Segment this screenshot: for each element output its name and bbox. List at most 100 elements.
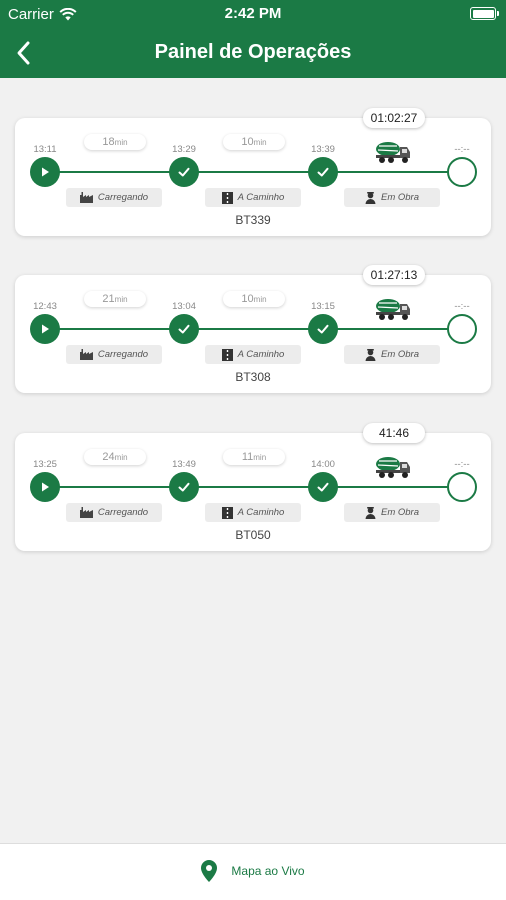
step-loaded-node	[169, 472, 199, 502]
duration-transit: 10min	[223, 134, 285, 150]
duration-unit: min	[253, 295, 267, 304]
truck-code: BT308	[235, 370, 271, 384]
check-icon	[178, 482, 190, 492]
play-icon	[42, 482, 49, 492]
stage-label: Carregando	[97, 192, 149, 203]
duration-unit: min	[253, 453, 267, 462]
order-card[interactable]: 01:02:27 13:11 13:29 13:39 --:-- 18min 1…	[15, 108, 491, 236]
stage-label: Carregando	[97, 507, 149, 518]
elapsed-time-badge: 01:27:13	[363, 265, 425, 285]
time-finished: --:--	[454, 144, 470, 155]
stage-label: Em Obra	[380, 507, 419, 518]
time-start: 13:11	[33, 144, 57, 155]
time-loaded: 13:49	[172, 459, 196, 470]
time-finished: --:--	[454, 301, 470, 312]
step-arrived-node	[308, 472, 338, 502]
step-arrived-node	[308, 314, 338, 344]
status-bar: Carrier 2:42 PM	[0, 0, 506, 28]
time-loaded: 13:04	[172, 301, 196, 312]
truck-mixer-icon	[376, 142, 410, 163]
battery-icon	[470, 7, 499, 20]
time-arrived: 14:00	[311, 459, 335, 470]
check-icon	[178, 324, 190, 334]
stage-chip-on-the-way: A Caminho	[205, 188, 301, 207]
step-loaded-node	[169, 314, 199, 344]
step-finished-node	[447, 472, 477, 502]
check-icon	[317, 324, 329, 334]
order-card[interactable]: 01:27:13 12:43 13:04 13:15 --:-- 21min 1…	[15, 265, 491, 393]
live-map-label: Mapa ao Vivo	[231, 864, 305, 878]
worker-icon	[365, 191, 376, 204]
factory-icon	[79, 192, 93, 203]
duration-unit: min	[253, 138, 267, 147]
worker-icon	[365, 348, 376, 361]
progress-track	[45, 486, 449, 488]
stage-chip-on-site: Em Obra	[344, 345, 440, 364]
stage-label: A Caminho	[237, 192, 285, 203]
truck-mixer-icon	[376, 299, 410, 320]
check-icon	[317, 167, 329, 177]
stage-chip-on-site: Em Obra	[344, 503, 440, 522]
time-arrived: 13:39	[311, 144, 335, 155]
step-finished-node	[447, 157, 477, 187]
stage-chip-loading: Carregando	[66, 503, 162, 522]
duration-transit: 10min	[223, 291, 285, 307]
duration-value: 11	[241, 451, 254, 463]
time-finished: --:--	[454, 459, 470, 470]
duration-unit: min	[114, 138, 128, 147]
stage-label: Em Obra	[380, 192, 419, 203]
page-title: Painel de Operações	[154, 41, 352, 63]
worker-icon	[365, 506, 376, 519]
step-finished-node	[447, 314, 477, 344]
play-icon	[42, 167, 49, 177]
stage-label: A Caminho	[237, 507, 285, 518]
duration-value: 18	[102, 136, 115, 148]
stage-chip-on-site: Em Obra	[344, 188, 440, 207]
live-map-button[interactable]: Mapa ao Vivo	[0, 860, 506, 882]
step-start-node	[30, 314, 60, 344]
stage-label: Carregando	[97, 349, 149, 360]
nav-bar: Painel de Operações	[0, 28, 506, 78]
stage-label: Em Obra	[380, 349, 419, 360]
duration-value: 10	[241, 293, 254, 305]
stage-chip-on-the-way: A Caminho	[205, 503, 301, 522]
progress-track	[45, 171, 449, 173]
stage-chip-loading: Carregando	[66, 345, 162, 364]
duration-loading: 21min	[84, 291, 146, 307]
duration-unit: min	[114, 295, 128, 304]
road-icon	[221, 191, 233, 204]
time-loaded: 13:29	[172, 144, 196, 155]
time-arrived: 13:15	[311, 301, 335, 312]
step-loaded-node	[169, 157, 199, 187]
road-icon	[221, 348, 233, 361]
time-start: 12:43	[33, 301, 57, 312]
play-icon	[42, 324, 49, 334]
stage-label: A Caminho	[237, 349, 285, 360]
time-start: 13:25	[33, 459, 57, 470]
stage-chip-loading: Carregando	[66, 188, 162, 207]
truck-code: BT050	[235, 528, 271, 542]
factory-icon	[79, 349, 93, 360]
duration-loading: 18min	[84, 134, 146, 150]
step-start-node	[30, 157, 60, 187]
order-card[interactable]: 41:46 13:25 13:49 14:00 --:-- 24min 11mi…	[15, 423, 491, 551]
duration-value: 21	[102, 293, 115, 305]
duration-transit: 11min	[223, 449, 285, 465]
duration-loading: 24min	[84, 449, 146, 465]
factory-icon	[79, 507, 93, 518]
check-icon	[178, 167, 190, 177]
status-time: 2:42 PM	[224, 5, 282, 22]
bottom-bar: Mapa ao Vivo	[0, 843, 506, 900]
road-icon	[221, 506, 233, 519]
truck-mixer-icon	[376, 457, 410, 478]
truck-code: BT339	[235, 213, 271, 227]
check-icon	[317, 482, 329, 492]
location-pin-icon	[201, 860, 218, 882]
stage-chip-on-the-way: A Caminho	[205, 345, 301, 364]
step-arrived-node	[308, 157, 338, 187]
elapsed-time-badge: 41:46	[363, 423, 425, 443]
duration-value: 24	[102, 451, 115, 463]
progress-track	[45, 328, 449, 330]
elapsed-time-badge: 01:02:27	[363, 108, 425, 128]
step-start-node	[30, 472, 60, 502]
